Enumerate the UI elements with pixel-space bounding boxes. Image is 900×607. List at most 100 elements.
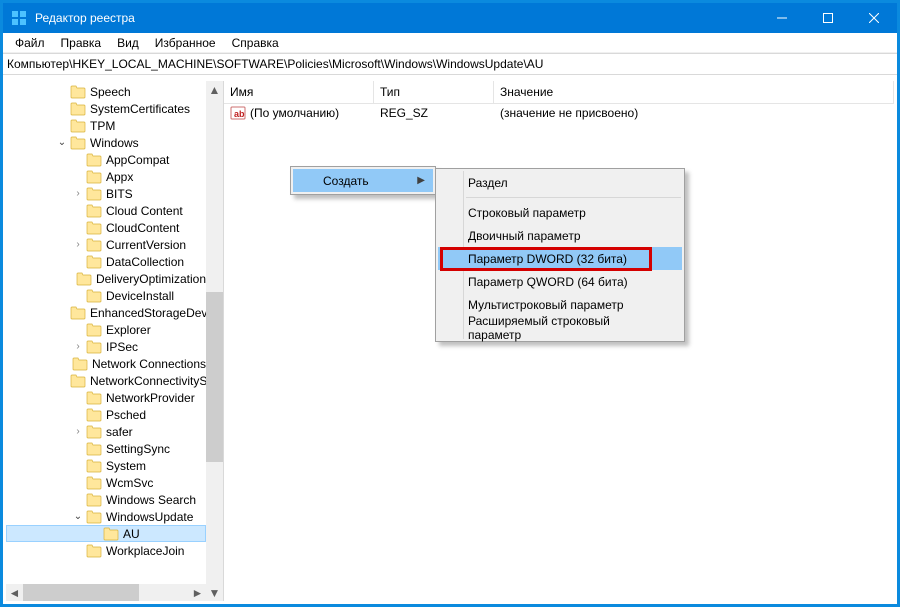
submenu-binary[interactable]: Двоичный параметр [438, 224, 682, 247]
folder-icon [70, 136, 86, 150]
submenu-string[interactable]: Строковый параметр [438, 201, 682, 224]
tree-item[interactable]: ›CurrentVersion [6, 236, 206, 253]
menu-edit[interactable]: Правка [53, 34, 110, 52]
tree-item[interactable]: SystemCertificates [6, 100, 206, 117]
tree-item[interactable]: Speech [6, 83, 206, 100]
address-bar [3, 53, 897, 75]
string-value-icon: ab [230, 105, 246, 121]
menu-separator [466, 197, 681, 198]
tree-item[interactable]: › IPSec [6, 338, 206, 355]
tree-item-label: EnhancedStorageDevices [90, 306, 206, 320]
tree-item[interactable]: Cloud Content [6, 202, 206, 219]
context-menu-new[interactable]: Создать ▶ [293, 169, 433, 192]
menu-help[interactable]: Справка [224, 34, 287, 52]
column-type[interactable]: Тип [374, 81, 494, 103]
tree-item[interactable]: AU [6, 525, 206, 542]
tree-item[interactable]: Appx [6, 168, 206, 185]
column-value[interactable]: Значение [494, 81, 894, 103]
scroll-thumb[interactable] [206, 292, 223, 462]
menu-favorites[interactable]: Избранное [147, 34, 224, 52]
tree-item[interactable]: NetworkConnectivityStatus [6, 372, 206, 389]
scroll-down-arrow[interactable]: ▼ [206, 584, 223, 601]
tree-item[interactable]: System [6, 457, 206, 474]
tree-item-label: TPM [90, 119, 115, 133]
maximize-button[interactable] [805, 3, 851, 33]
folder-icon [76, 272, 92, 286]
tree-item-label: IPSec [106, 340, 138, 354]
tree-item[interactable]: Psched [6, 406, 206, 423]
expand-icon[interactable]: › [70, 188, 86, 199]
tree-item[interactable]: Network Connections [6, 355, 206, 372]
close-button[interactable] [851, 3, 897, 33]
tree-item-label: Explorer [106, 323, 151, 337]
value-data: (значение не присвоено) [494, 106, 894, 120]
folder-icon [86, 238, 102, 252]
submenu-key[interactable]: Раздел [438, 171, 682, 194]
folder-icon [70, 102, 86, 116]
folder-icon [86, 459, 102, 473]
expand-icon[interactable]: › [70, 239, 86, 250]
list-header: Имя Тип Значение [224, 81, 894, 104]
tree-item[interactable]: SettingSync [6, 440, 206, 457]
menu-file[interactable]: Файл [7, 34, 53, 52]
tree-item-label: CloudContent [106, 221, 179, 235]
context-submenu-new: Раздел Строковый параметр Двоичный парам… [435, 168, 685, 342]
folder-icon [70, 85, 86, 99]
tree-item[interactable]: WcmSvc [6, 474, 206, 491]
scroll-thumb[interactable] [23, 584, 139, 601]
context-menu: Создать ▶ [290, 166, 436, 195]
tree-horizontal-scrollbar[interactable]: ◄ ► [6, 584, 206, 601]
expand-icon[interactable]: › [70, 341, 86, 352]
minimize-button[interactable] [759, 3, 805, 33]
folder-icon [86, 340, 102, 354]
tree-item-label: Speech [90, 85, 131, 99]
submenu-expandstring[interactable]: Расширяемый строковый параметр [438, 316, 682, 339]
tree-item[interactable]: ⌄Windows [6, 134, 206, 151]
tree-item[interactable]: ›BITS [6, 185, 206, 202]
app-icon [11, 10, 27, 26]
tree-item[interactable]: Windows Search [6, 491, 206, 508]
scroll-left-arrow[interactable]: ◄ [6, 584, 23, 601]
tree-item[interactable]: NetworkProvider [6, 389, 206, 406]
menu-bar: Файл Правка Вид Избранное Справка [3, 33, 897, 53]
tree-item-label: Cloud Content [106, 204, 183, 218]
column-name[interactable]: Имя [224, 81, 374, 103]
folder-icon [70, 374, 86, 388]
folder-icon [86, 323, 102, 337]
tree-item[interactable]: AppCompat [6, 151, 206, 168]
tree-item[interactable]: DeliveryOptimization [6, 270, 206, 287]
tree-item[interactable]: CloudContent [6, 219, 206, 236]
tree-item[interactable]: WorkplaceJoin [6, 542, 206, 559]
folder-icon [86, 442, 102, 456]
expand-icon[interactable]: › [70, 426, 86, 437]
submenu-arrow-icon: ▶ [417, 175, 425, 186]
tree-item[interactable]: Explorer [6, 321, 206, 338]
value-row-default[interactable]: ab (По умолчанию) REG_SZ (значение не пр… [224, 104, 894, 121]
folder-icon [86, 204, 102, 218]
scroll-up-arrow[interactable]: ▲ [206, 81, 223, 98]
tree-item[interactable]: TPM [6, 117, 206, 134]
submenu-qword[interactable]: Параметр QWORD (64 бита) [438, 270, 682, 293]
tree-item-label: WindowsUpdate [106, 510, 193, 524]
folder-icon [86, 255, 102, 269]
tree-pane: SpeechSystemCertificates TPM⌄WindowsAppCo… [6, 81, 224, 601]
tree-item[interactable]: ›safer [6, 423, 206, 440]
address-input[interactable] [7, 57, 893, 71]
collapse-icon[interactable]: ⌄ [70, 511, 86, 522]
tree-vertical-scrollbar[interactable]: ▲ ▼ [206, 81, 223, 601]
collapse-icon[interactable]: ⌄ [54, 137, 70, 148]
tree-item[interactable]: DeviceInstall [6, 287, 206, 304]
scroll-right-arrow[interactable]: ► [189, 584, 206, 601]
tree-item[interactable]: ⌄ WindowsUpdate [6, 508, 206, 525]
folder-icon [86, 187, 102, 201]
tree-item[interactable]: DataCollection [6, 253, 206, 270]
tree-item[interactable]: EnhancedStorageDevices [6, 304, 206, 321]
tree-item-label: AU [123, 527, 140, 541]
submenu-dword[interactable]: Параметр DWORD (32 бита) [438, 247, 682, 270]
folder-icon [86, 476, 102, 490]
registry-tree[interactable]: SpeechSystemCertificates TPM⌄WindowsAppCo… [6, 81, 206, 584]
menu-view[interactable]: Вид [109, 34, 147, 52]
tree-item-label: WorkplaceJoin [106, 544, 184, 558]
tree-item-label: NetworkConnectivityStatus [90, 374, 206, 388]
folder-icon [86, 153, 102, 167]
